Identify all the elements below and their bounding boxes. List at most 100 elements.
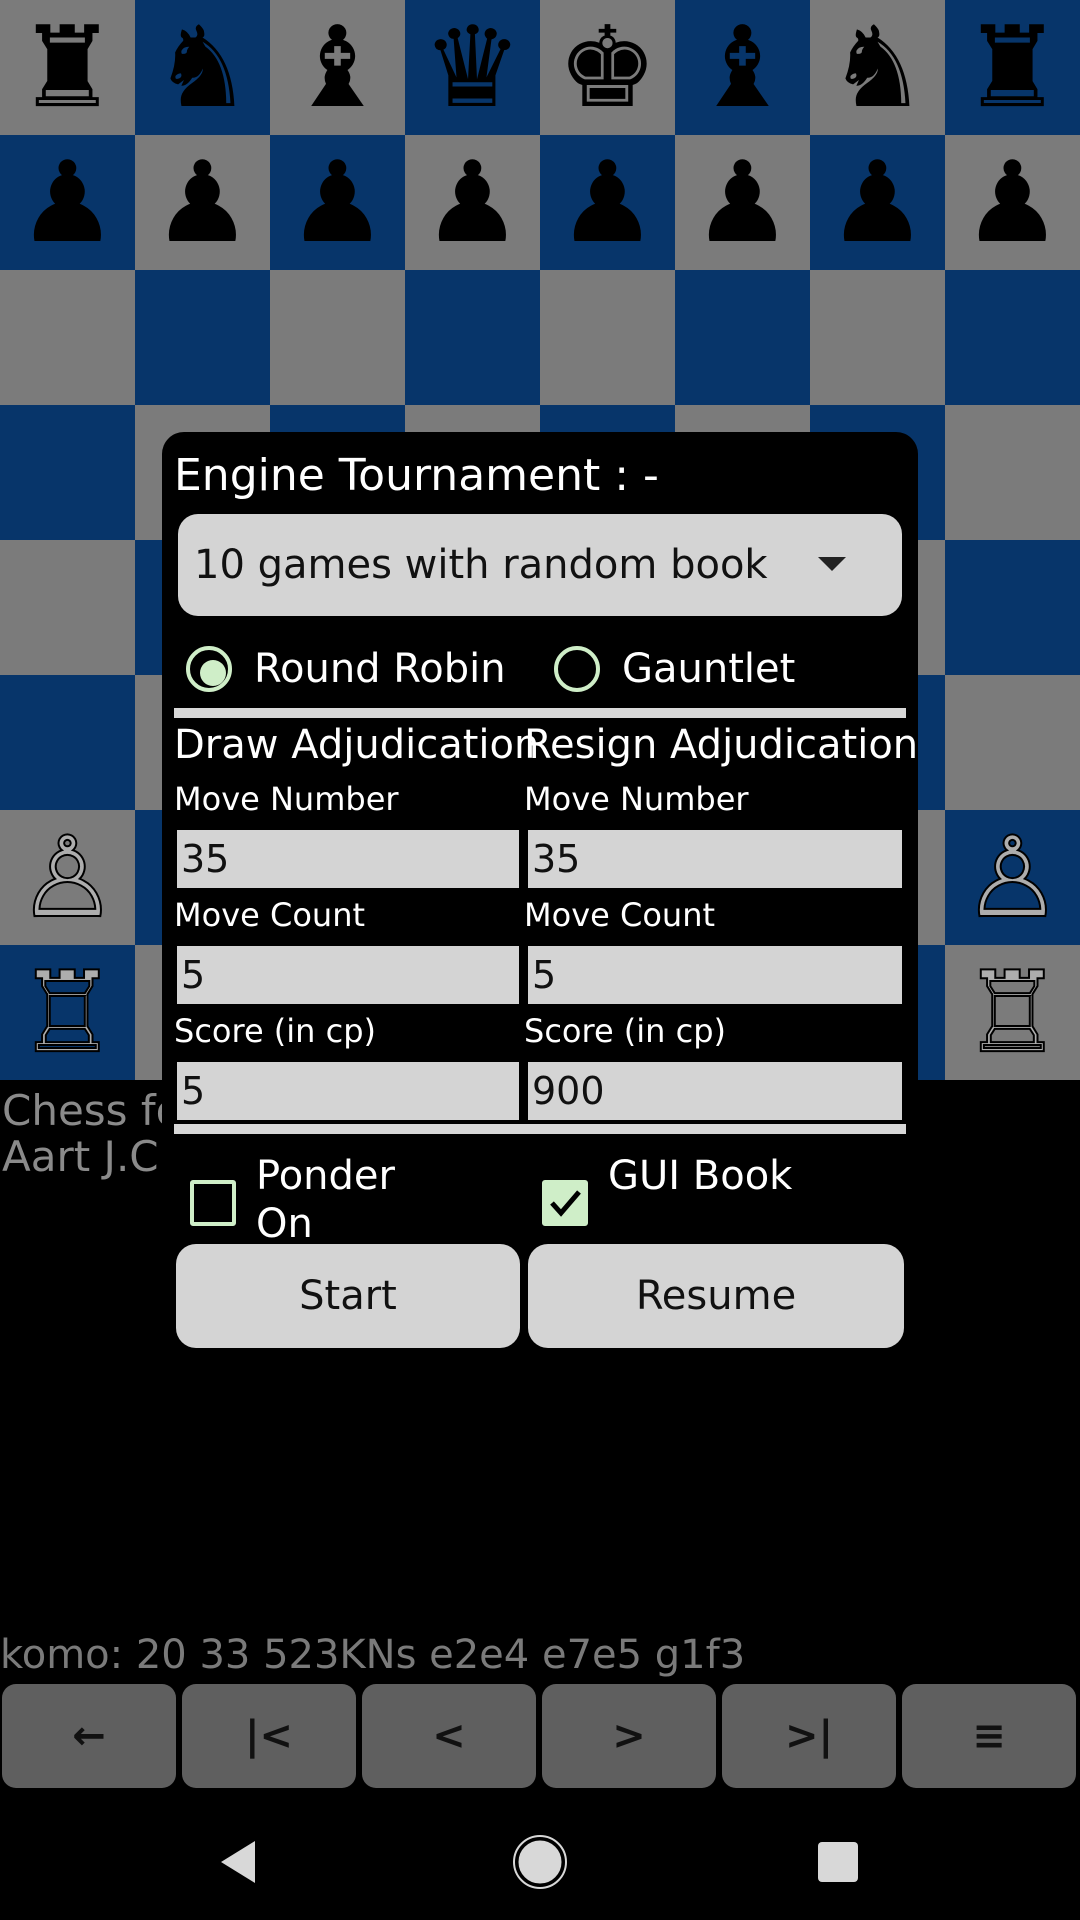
square-d7[interactable]: ♟ (405, 135, 540, 270)
square-a8[interactable]: ♜ (0, 0, 135, 135)
square-d8[interactable]: ♛ (405, 0, 540, 135)
gauntlet-label: Gauntlet (622, 646, 796, 692)
draw-move-number-field[interactable]: 35 (177, 830, 519, 888)
black-piece: ♞ (152, 2, 253, 133)
draw-score-field[interactable]: 5 (177, 1062, 519, 1120)
square-a1[interactable]: ♖ (0, 945, 135, 1080)
info-line-2: Aart J.C (2, 1132, 159, 1181)
move-navigation-bar: ← |< < > >| ≡ (0, 1684, 1080, 1792)
draw-adjudication-heading: Draw Adjudication (174, 722, 540, 768)
dialog-title: Engine Tournament : - (174, 450, 659, 501)
back-button[interactable]: ← (2, 1684, 176, 1788)
divider (174, 1124, 906, 1134)
resign-move-count-field[interactable]: 5 (528, 946, 902, 1004)
gui-book-label: GUI Book (608, 1153, 793, 1199)
system-back-icon[interactable] (210, 1832, 270, 1892)
black-piece: ♟ (827, 137, 928, 268)
white-piece: ♙ (16, 812, 118, 943)
checkbox-checked-icon (542, 1180, 588, 1226)
next-move-icon: > (612, 1713, 646, 1759)
resign-move-count-label: Move Count (524, 896, 716, 934)
resign-adjudication-heading: Resign Adjudication (524, 722, 919, 768)
square-h4[interactable] (945, 540, 1080, 675)
round-robin-label: Round Robin (254, 646, 506, 692)
resign-score-label: Score (in cp) (524, 1012, 727, 1050)
engine-status-line: komo: 20 33 523KNs e2e4 e7e5 g1f3 (0, 1632, 746, 1678)
square-d6[interactable] (405, 270, 540, 405)
system-home-icon[interactable] (510, 1832, 570, 1892)
square-h8[interactable]: ♜ (945, 0, 1080, 135)
square-c6[interactable] (270, 270, 405, 405)
square-c7[interactable]: ♟ (270, 135, 405, 270)
square-f8[interactable]: ♝ (675, 0, 810, 135)
square-b8[interactable]: ♞ (135, 0, 270, 135)
engine-tournament-dialog: Engine Tournament : - 10 games with rand… (162, 432, 918, 1360)
next-move-button[interactable]: > (542, 1684, 716, 1788)
square-h5[interactable] (945, 405, 1080, 540)
black-piece: ♞ (827, 2, 928, 133)
last-move-icon: >| (784, 1713, 834, 1759)
square-f7[interactable]: ♟ (675, 135, 810, 270)
info-line-1: Chess fo (2, 1086, 182, 1135)
square-g8[interactable]: ♞ (810, 0, 945, 135)
tournament-type-value: 10 games with random book (194, 542, 768, 588)
square-a4[interactable] (0, 540, 135, 675)
draw-move-count-label: Move Count (174, 896, 366, 934)
black-piece: ♟ (422, 137, 523, 268)
radio-unselected-icon (554, 646, 600, 692)
divider (174, 708, 906, 718)
resign-move-number-label: Move Number (524, 780, 749, 818)
square-h2[interactable]: ♙ (945, 810, 1080, 945)
draw-move-count-field[interactable]: 5 (177, 946, 519, 1004)
square-a6[interactable] (0, 270, 135, 405)
ponder-on-label: Ponder On (256, 1153, 395, 1247)
system-recents-icon[interactable] (808, 1832, 868, 1892)
square-f6[interactable] (675, 270, 810, 405)
square-a7[interactable]: ♟ (0, 135, 135, 270)
black-piece: ♛ (422, 2, 523, 133)
square-e8[interactable]: ♚ (540, 0, 675, 135)
resign-score-field[interactable]: 900 (528, 1062, 902, 1120)
square-h1[interactable]: ♖ (945, 945, 1080, 1080)
black-piece: ♟ (557, 137, 658, 268)
menu-button[interactable]: ≡ (902, 1684, 1076, 1788)
square-c8[interactable]: ♝ (270, 0, 405, 135)
black-piece: ♝ (287, 2, 388, 133)
white-piece: ♙ (961, 812, 1063, 943)
prev-move-button[interactable]: < (362, 1684, 536, 1788)
last-move-button[interactable]: >| (722, 1684, 896, 1788)
black-piece: ♟ (692, 137, 793, 268)
square-h6[interactable] (945, 270, 1080, 405)
first-move-icon: |< (244, 1713, 294, 1759)
start-button[interactable]: Start (176, 1244, 520, 1348)
black-piece: ♟ (152, 137, 253, 268)
resume-button[interactable]: Resume (528, 1244, 904, 1348)
square-a5[interactable] (0, 405, 135, 540)
square-b7[interactable]: ♟ (135, 135, 270, 270)
tournament-type-select[interactable]: 10 games with random book (178, 514, 902, 616)
black-piece: ♜ (17, 2, 118, 133)
square-a2[interactable]: ♙ (0, 810, 135, 945)
checkbox-unchecked-icon (190, 1180, 236, 1226)
square-g6[interactable] (810, 270, 945, 405)
resign-move-number-field[interactable]: 35 (528, 830, 902, 888)
square-h7[interactable]: ♟ (945, 135, 1080, 270)
black-piece: ♚ (557, 2, 658, 133)
resume-button-label: Resume (635, 1273, 797, 1319)
square-b6[interactable] (135, 270, 270, 405)
square-g7[interactable]: ♟ (810, 135, 945, 270)
square-e6[interactable] (540, 270, 675, 405)
black-piece: ♟ (962, 137, 1063, 268)
square-a3[interactable] (0, 675, 135, 810)
draw-score-label: Score (in cp) (174, 1012, 377, 1050)
back-icon: ← (72, 1713, 106, 1759)
black-piece: ♜ (962, 2, 1063, 133)
white-piece: ♖ (16, 947, 118, 1078)
system-navigation-bar (0, 1800, 1080, 1920)
white-piece: ♖ (961, 947, 1063, 1078)
square-e7[interactable]: ♟ (540, 135, 675, 270)
square-h3[interactable] (945, 675, 1080, 810)
menu-icon: ≡ (972, 1713, 1006, 1759)
first-move-button[interactable]: |< (182, 1684, 356, 1788)
radio-selected-icon (186, 646, 232, 692)
